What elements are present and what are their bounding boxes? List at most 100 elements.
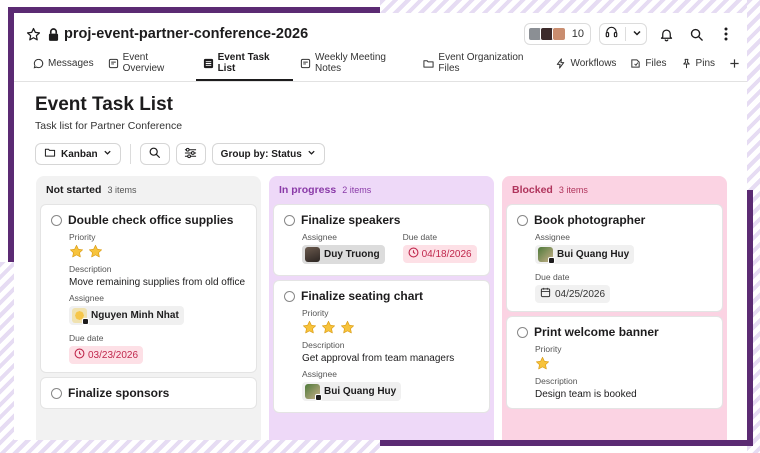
search-button[interactable] bbox=[139, 143, 170, 165]
canvas-icon bbox=[108, 58, 119, 69]
star-icon bbox=[536, 356, 549, 370]
priority-rating[interactable] bbox=[535, 356, 712, 371]
task-card[interactable]: Double check office supplies Priority De… bbox=[40, 204, 257, 373]
assignee-name: Nguyen Minh Nhat bbox=[91, 310, 179, 321]
assignee-chip[interactable]: Nguyen Minh Nhat bbox=[69, 306, 184, 325]
field-label: Description bbox=[69, 264, 112, 274]
complete-checkbox[interactable] bbox=[51, 387, 62, 399]
search-icon bbox=[148, 146, 161, 162]
task-card[interactable]: Print welcome banner Priority Descriptio… bbox=[506, 316, 723, 409]
field-label: Priority bbox=[69, 232, 96, 242]
page-title: Event Task List bbox=[35, 94, 173, 115]
task-card[interactable]: Finalize seating chart Priority Descript… bbox=[273, 280, 490, 413]
background-stripes-top bbox=[380, 0, 760, 13]
complete-checkbox[interactable] bbox=[284, 214, 295, 226]
tab-event-organization-files[interactable]: Event Organization Files bbox=[416, 52, 548, 81]
field-label: Assignee bbox=[535, 232, 570, 242]
field-label: Due date bbox=[402, 232, 438, 242]
tab-workflows[interactable]: Workflows bbox=[548, 54, 623, 81]
headphones-icon[interactable] bbox=[604, 25, 619, 44]
assignee-name: Duy Truong bbox=[324, 249, 380, 260]
complete-checkbox[interactable] bbox=[517, 326, 528, 338]
tab-label: Event Overview bbox=[122, 52, 165, 74]
avatar bbox=[551, 27, 566, 41]
channel-header: proj-event-partner-conference-2026 10 bbox=[14, 13, 747, 55]
chevron-down-icon[interactable] bbox=[632, 25, 642, 43]
column-name: In progress bbox=[279, 184, 337, 196]
assignee-chip[interactable]: Bui Quang Huy bbox=[302, 382, 402, 401]
channel-title[interactable]: proj-event-partner-conference-2026 bbox=[64, 26, 308, 42]
complete-checkbox[interactable] bbox=[51, 214, 62, 226]
star-icon[interactable] bbox=[24, 25, 42, 43]
task-title[interactable]: Double check office supplies bbox=[68, 213, 233, 227]
column-name: Blocked bbox=[512, 184, 553, 196]
column-header: Blocked 3 items bbox=[506, 176, 723, 204]
divider bbox=[129, 144, 131, 164]
column-header: Not started 3 items bbox=[40, 176, 257, 204]
star-icon bbox=[70, 244, 83, 258]
notification-bell-icon[interactable] bbox=[655, 23, 677, 45]
add-tab-button[interactable] bbox=[722, 54, 747, 81]
task-title[interactable]: Book photographer bbox=[534, 213, 645, 227]
group-by-button[interactable]: Group by: Status bbox=[211, 143, 325, 165]
more-options-icon[interactable] bbox=[715, 23, 737, 45]
column-count: 3 items bbox=[558, 185, 588, 195]
assignee-name: Bui Quang Huy bbox=[324, 386, 397, 397]
list-icon bbox=[203, 58, 214, 69]
frame-border-right bbox=[747, 190, 753, 446]
tab-messages[interactable]: Messages bbox=[26, 54, 101, 81]
chevron-down-icon bbox=[103, 148, 112, 160]
tab-label: Files bbox=[645, 57, 667, 69]
filter-button[interactable] bbox=[175, 143, 206, 165]
huddle-button[interactable] bbox=[599, 23, 647, 45]
tab-label: Event Organization Files bbox=[438, 52, 524, 74]
complete-checkbox[interactable] bbox=[517, 214, 528, 226]
star-icon bbox=[341, 320, 354, 334]
files-icon bbox=[630, 58, 641, 69]
due-date-overdue[interactable]: 04/18/2026 bbox=[402, 245, 477, 263]
folder-icon bbox=[44, 147, 56, 161]
field-label: Description bbox=[535, 376, 578, 386]
task-card[interactable]: Finalize sponsors bbox=[40, 377, 257, 409]
task-title[interactable]: Finalize sponsors bbox=[68, 386, 169, 400]
due-date-chip[interactable]: 04/25/2026 bbox=[535, 285, 611, 303]
group-by-label: Group by: Status bbox=[220, 148, 302, 160]
clock-icon bbox=[408, 247, 419, 261]
task-card[interactable]: Book photographer Assignee Bui Quang Huy… bbox=[506, 204, 723, 312]
tab-files[interactable]: Files bbox=[623, 54, 673, 81]
priority-rating[interactable] bbox=[69, 244, 246, 259]
member-count: 10 bbox=[571, 28, 584, 40]
due-date-overdue[interactable]: 03/23/2026 bbox=[69, 346, 144, 364]
tab-pins[interactable]: Pins bbox=[674, 54, 722, 81]
task-title[interactable]: Finalize speakers bbox=[301, 213, 400, 227]
complete-checkbox[interactable] bbox=[284, 290, 295, 302]
tab-label: Workflows bbox=[570, 57, 617, 69]
lock-badge-icon bbox=[315, 394, 322, 401]
tab-label: Pins bbox=[695, 57, 715, 69]
column-in-progress: In progress 2 items Finalize speakers As… bbox=[269, 176, 494, 440]
field-label: Due date bbox=[69, 333, 104, 343]
task-card[interactable]: Finalize speakers Assignee Duy Truong Du… bbox=[273, 204, 490, 276]
task-title[interactable]: Finalize seating chart bbox=[301, 289, 423, 303]
avatar bbox=[305, 384, 322, 401]
channel-tabs: Messages Event Overview Event Task List … bbox=[14, 52, 747, 82]
lightning-icon bbox=[555, 57, 566, 69]
assignee-chip[interactable]: Duy Truong bbox=[302, 245, 385, 264]
clock-icon bbox=[74, 348, 85, 362]
view-selector-button[interactable]: Kanban bbox=[35, 143, 121, 165]
field-label: Assignee bbox=[69, 293, 104, 303]
tab-weekly-meeting-notes[interactable]: Weekly Meeting Notes bbox=[293, 52, 416, 81]
tab-event-task-list[interactable]: Event Task List bbox=[195, 52, 294, 81]
priority-rating[interactable] bbox=[302, 320, 479, 335]
column-blocked: Blocked 3 items Book photographer Assign… bbox=[502, 176, 727, 440]
search-icon[interactable] bbox=[685, 23, 707, 45]
avatar bbox=[305, 247, 320, 262]
tab-label: Weekly Meeting Notes bbox=[315, 52, 386, 74]
lock-badge-icon bbox=[82, 318, 89, 325]
assignee-chip[interactable]: Bui Quang Huy bbox=[535, 245, 635, 264]
header-actions: 10 bbox=[523, 23, 737, 45]
members-button[interactable]: 10 bbox=[523, 23, 591, 45]
task-title[interactable]: Print welcome banner bbox=[534, 325, 659, 339]
tab-event-overview[interactable]: Event Overview bbox=[101, 52, 196, 81]
field-label: Assignee bbox=[302, 369, 337, 379]
